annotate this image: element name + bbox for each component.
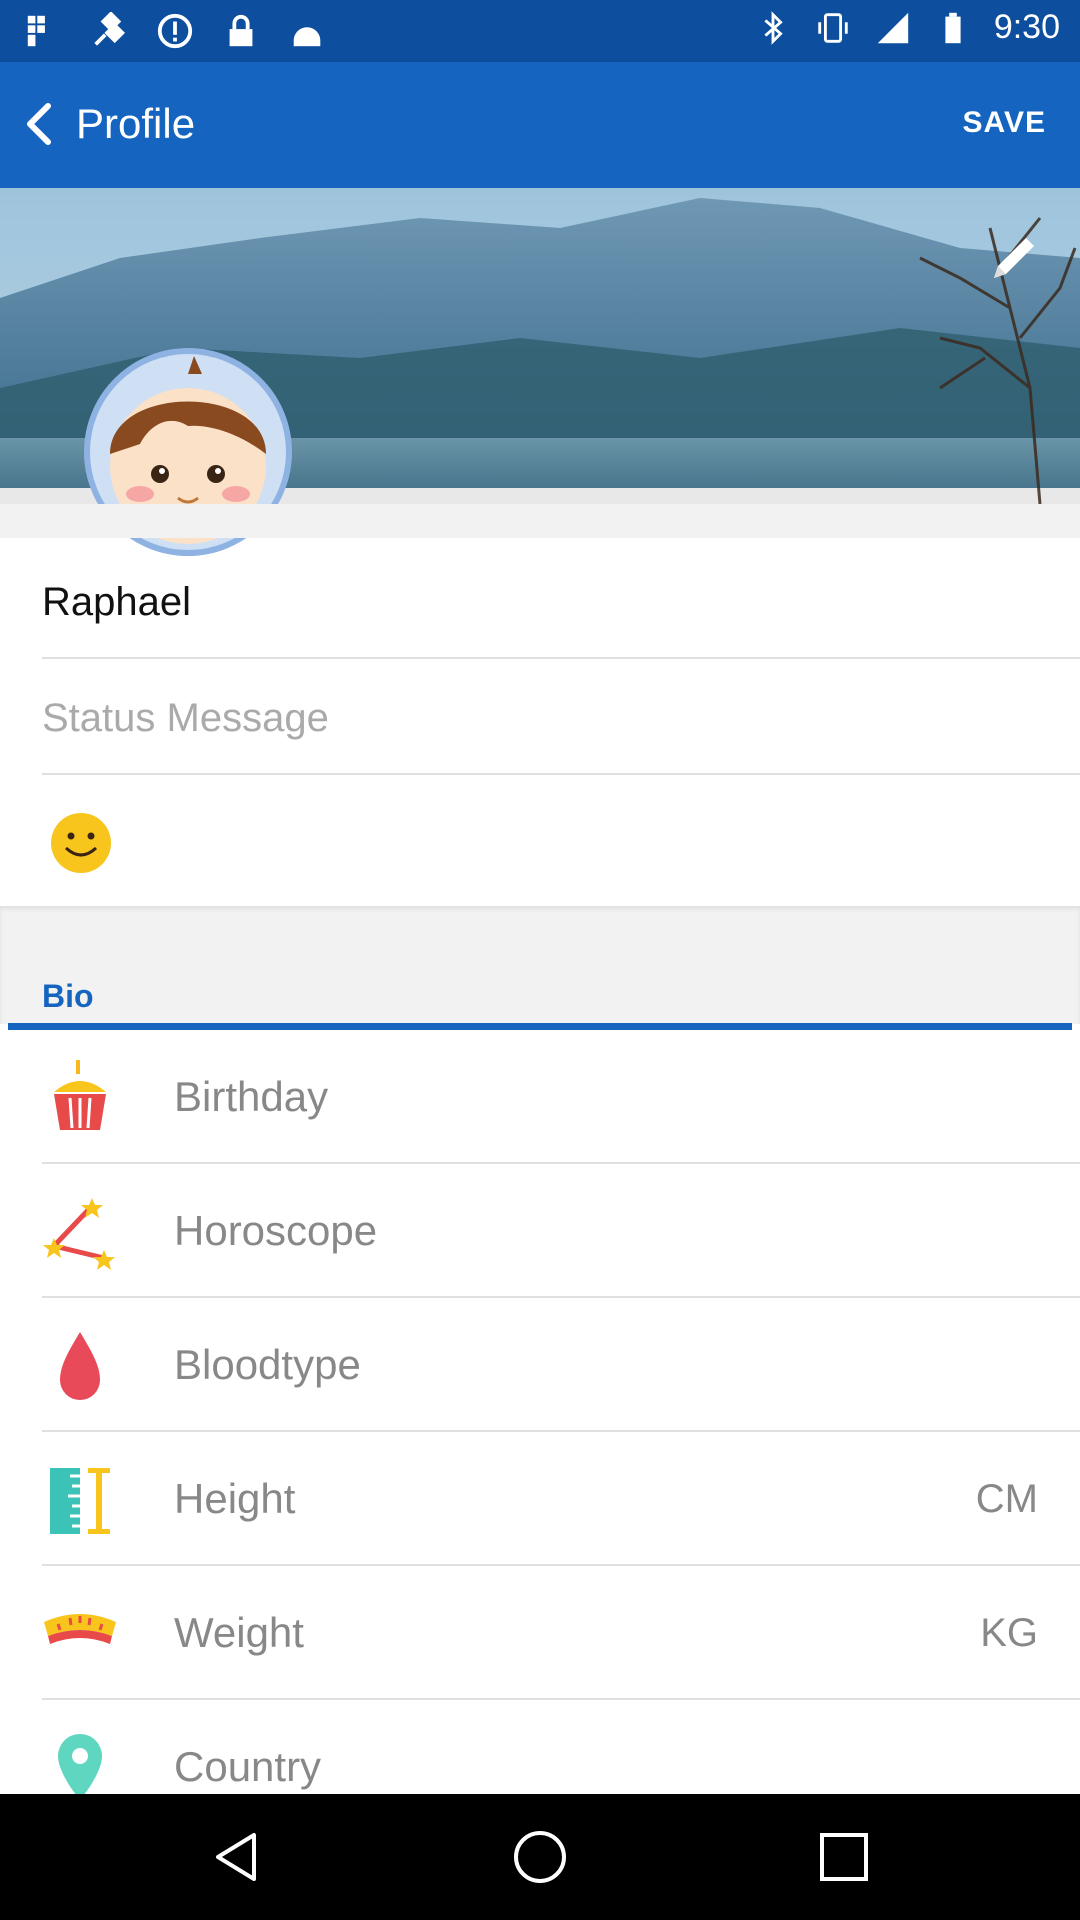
divider (42, 1698, 1080, 1700)
name-field[interactable]: Raphael (42, 580, 191, 625)
status-message-input[interactable]: Status Message (42, 696, 329, 741)
bio-row-label: Bloodtype (174, 1341, 361, 1388)
home-nav-icon[interactable] (510, 1827, 570, 1887)
fake-gps-icon (27, 15, 45, 47)
app-bar: Profile SAVE (0, 62, 1080, 188)
bio-row-label: Country (174, 1743, 322, 1790)
android-icon (293, 27, 321, 47)
divider (42, 1430, 1080, 1432)
weight-unit: KG (980, 1611, 1038, 1655)
page-title: Profile (76, 100, 196, 147)
divider (42, 1564, 1080, 1566)
scale-icon (44, 1614, 116, 1644)
blood-drop-icon (60, 1332, 100, 1400)
back-arrow-icon[interactable] (10, 92, 74, 156)
divider (42, 773, 1080, 775)
save-button[interactable]: SAVE (963, 106, 1046, 140)
divider (42, 1296, 1080, 1298)
bio-row-label: Height (174, 1475, 296, 1522)
back-nav-icon[interactable] (208, 1827, 268, 1887)
lock-icon (229, 14, 253, 47)
edit-pencil-icon[interactable] (984, 228, 1044, 288)
bio-section-header (0, 906, 1080, 1024)
vibrate-icon (818, 12, 848, 43)
satellite-icon (94, 12, 125, 46)
alert-icon (157, 13, 193, 49)
bluetooth-icon (764, 10, 783, 45)
signal-icon (877, 12, 909, 43)
bio-row-label: Horoscope (174, 1207, 378, 1254)
bio-row-label: Weight (174, 1609, 304, 1656)
bio-underline (8, 1023, 1072, 1030)
emoji-smiley-icon[interactable] (48, 810, 114, 876)
height-unit: CM (975, 1477, 1038, 1521)
cupcake-icon (54, 1060, 106, 1130)
ruler-icon (50, 1468, 110, 1534)
constellation-icon (43, 1198, 115, 1270)
recents-nav-icon[interactable] (814, 1827, 874, 1887)
status-time: 9:30 (993, 8, 1060, 46)
bio-section-label: Bio (42, 978, 94, 1014)
header-gap (0, 504, 1080, 538)
divider (42, 657, 1080, 659)
bio-row-label: Birthday (174, 1073, 329, 1120)
divider (42, 1162, 1080, 1164)
battery-icon (945, 12, 961, 43)
navigation-bar (0, 1794, 1080, 1920)
status-bar: 9:30 (0, 0, 1080, 62)
